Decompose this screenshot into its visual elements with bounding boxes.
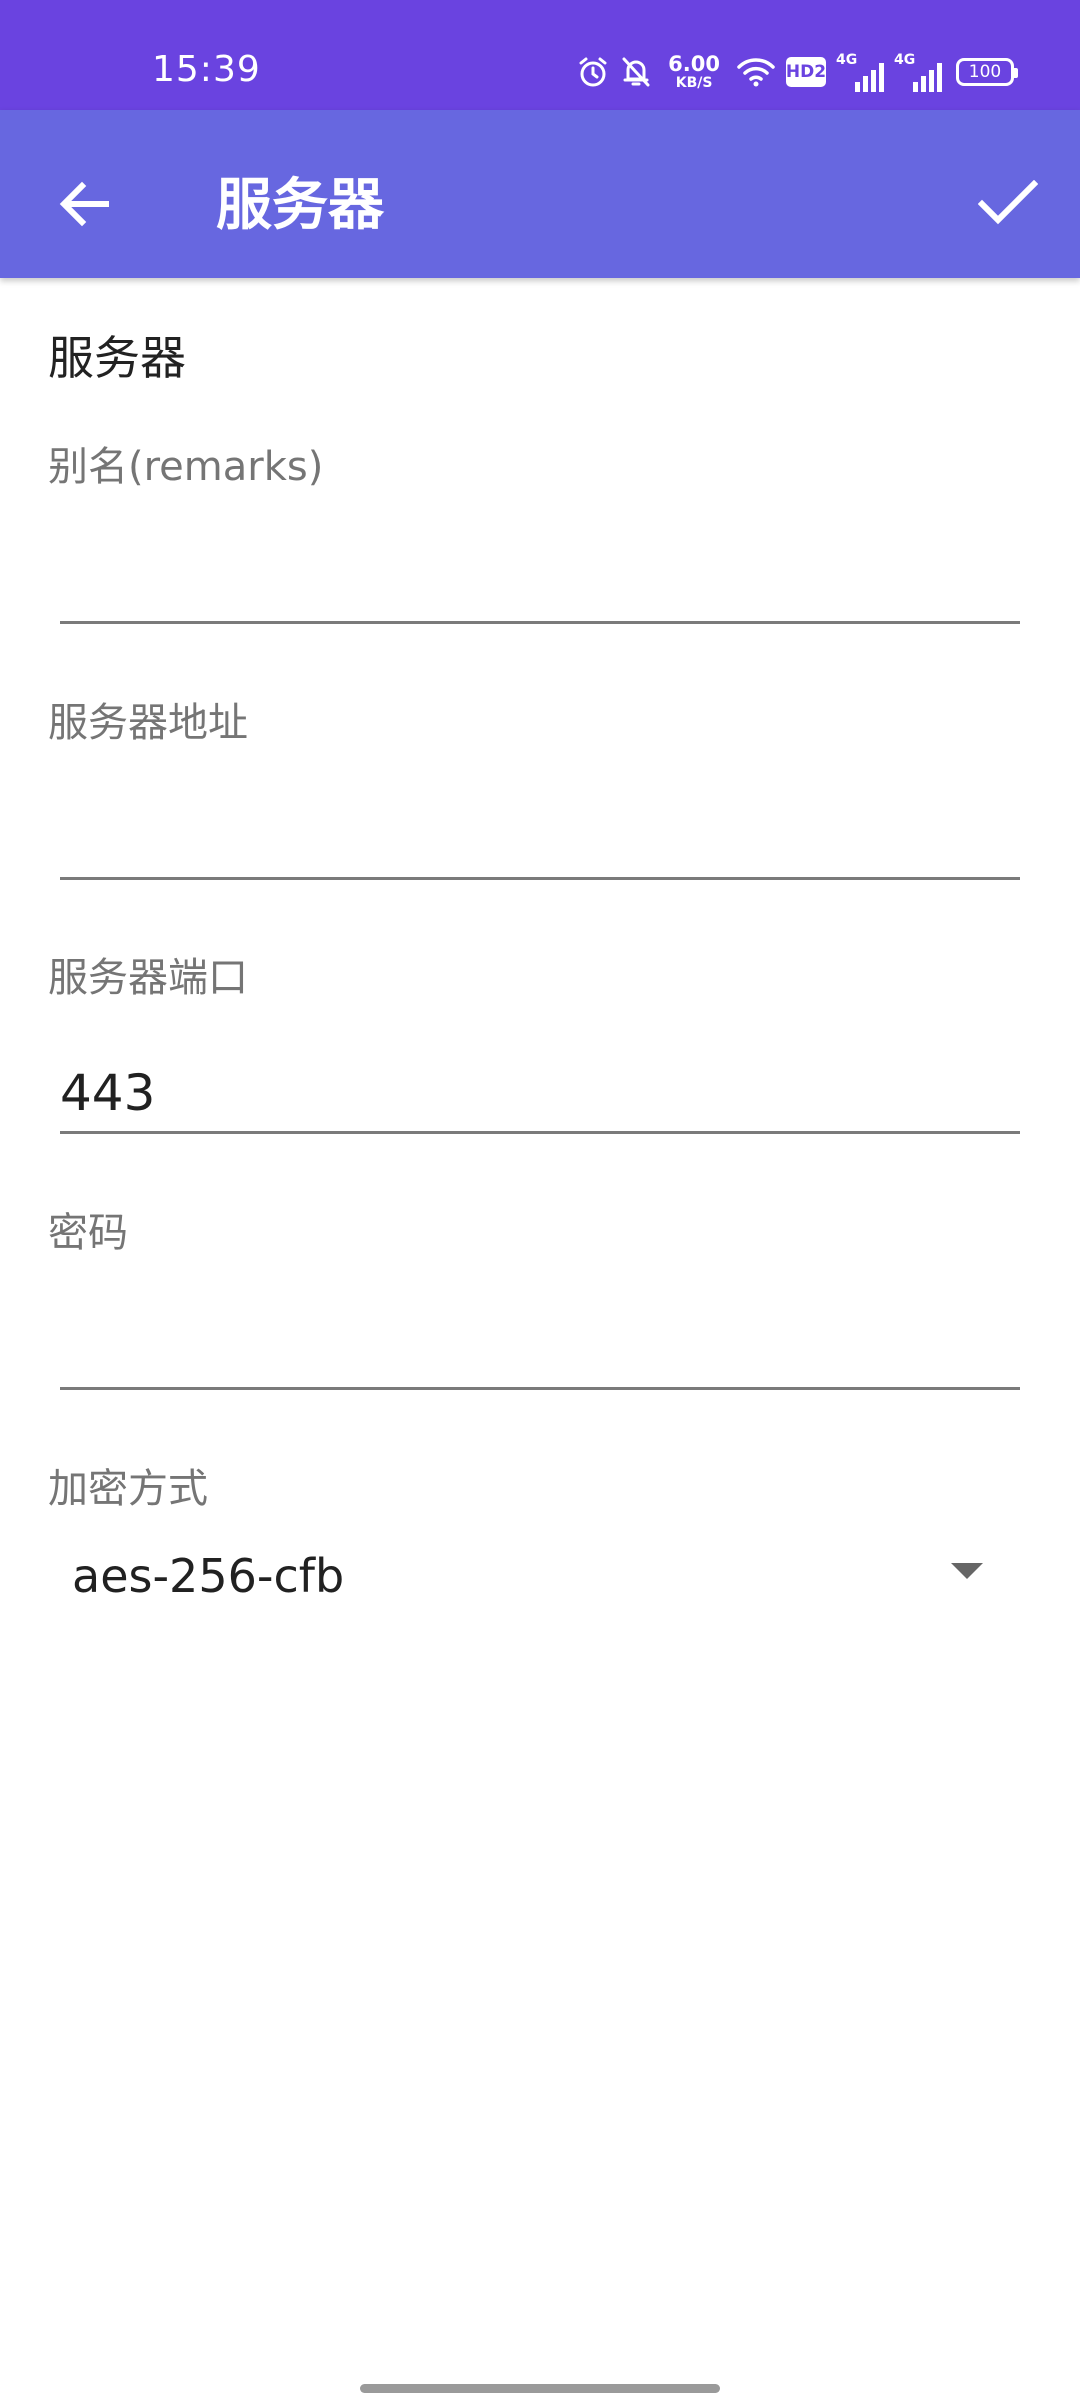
app-bar: 服务器 bbox=[0, 110, 1080, 278]
battery-icon: 100 bbox=[956, 58, 1018, 86]
encryption-select[interactable]: aes-256-cfb bbox=[48, 1518, 998, 1628]
encryption-selected-value: aes-256-cfb bbox=[72, 1549, 345, 1603]
net-speed-unit: KB/S bbox=[675, 75, 713, 91]
server-port-label: 服务器端口 bbox=[48, 955, 248, 1001]
gesture-nav-handle[interactable] bbox=[360, 2384, 720, 2393]
status-time: 15:39 bbox=[152, 49, 261, 90]
status-bar: 15:39 6.00 KB/S HD2 4G 4G 100 bbox=[0, 0, 1080, 110]
wifi-icon bbox=[736, 56, 776, 88]
dropdown-arrow-icon bbox=[951, 1563, 983, 1579]
server-address-input[interactable] bbox=[60, 800, 1020, 880]
hd-icon: HD2 bbox=[786, 57, 826, 87]
remarks-label: 别名(remarks) bbox=[48, 444, 324, 490]
check-icon bbox=[978, 180, 1038, 225]
arrow-left-icon bbox=[59, 181, 109, 227]
remarks-input[interactable] bbox=[60, 544, 1020, 624]
encryption-label: 加密方式 bbox=[48, 1466, 208, 1512]
mute-bell-icon bbox=[620, 55, 652, 89]
section-title: 服务器 bbox=[48, 331, 186, 385]
server-address-label: 服务器地址 bbox=[48, 700, 248, 746]
alarm-icon bbox=[576, 55, 610, 89]
server-port-input[interactable] bbox=[60, 1054, 1020, 1134]
password-label: 密码 bbox=[48, 1210, 128, 1256]
signal-icon: 4G bbox=[894, 52, 942, 92]
back-button[interactable] bbox=[36, 156, 132, 252]
net-speed-indicator: 6.00 KB/S bbox=[668, 52, 720, 91]
page-title: 服务器 bbox=[216, 173, 384, 238]
confirm-button[interactable] bbox=[956, 156, 1060, 252]
password-input[interactable] bbox=[60, 1310, 1020, 1390]
status-icons: 6.00 KB/S HD2 4G 4G 100 bbox=[576, 50, 1018, 94]
signal-icon: 4G bbox=[836, 52, 884, 92]
net-speed-value: 6.00 bbox=[668, 52, 720, 76]
